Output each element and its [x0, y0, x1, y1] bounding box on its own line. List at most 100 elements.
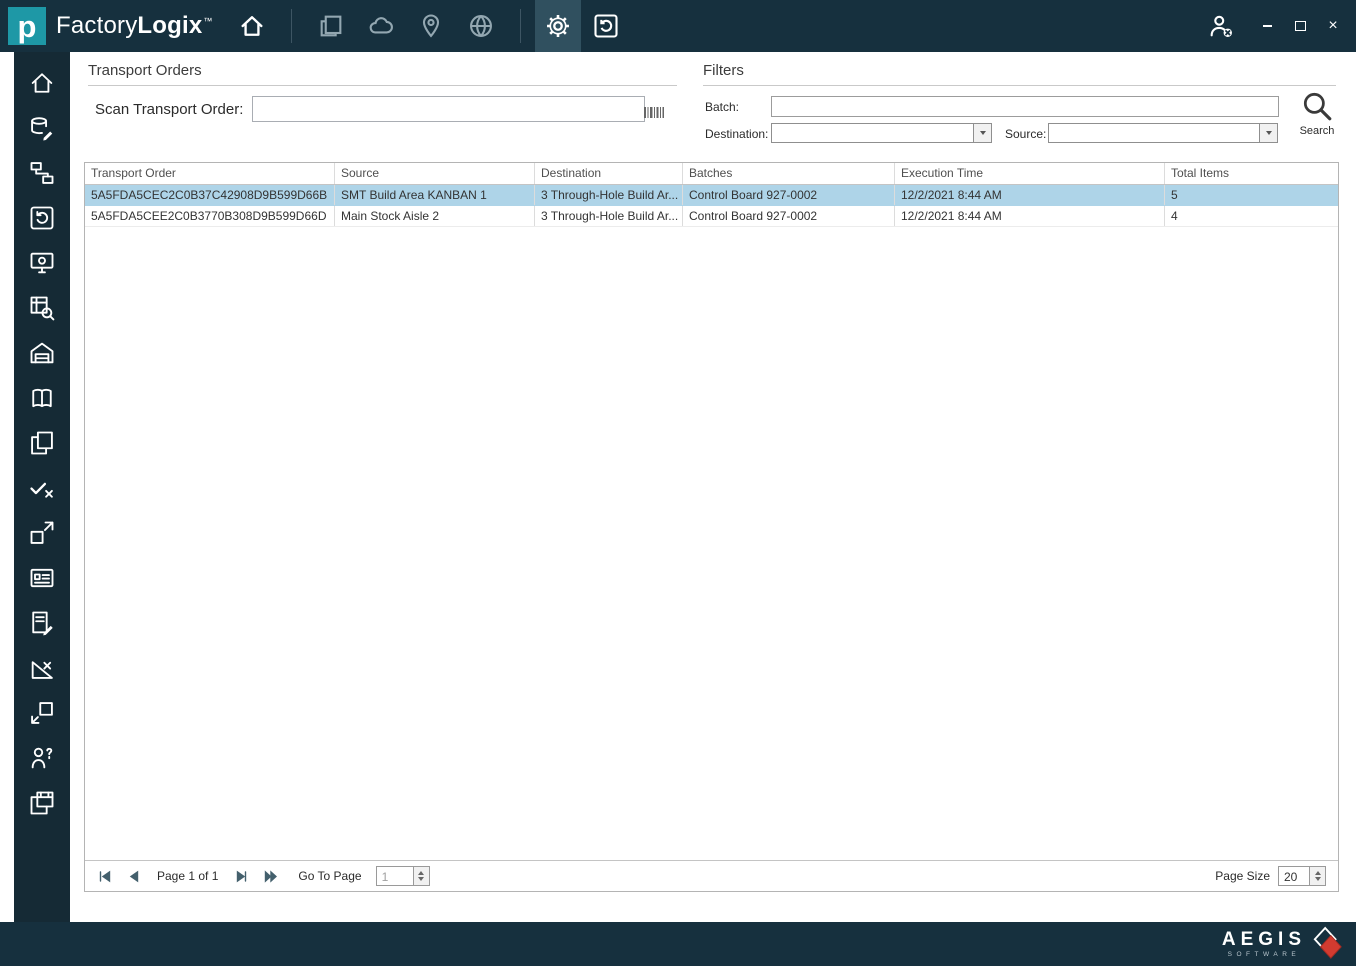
- user-logout-icon: [1210, 15, 1232, 37]
- cell-total-items: 5: [1171, 188, 1178, 202]
- footer: AEGIS SOFTWARE: [0, 922, 1356, 966]
- history-button[interactable]: [581, 0, 631, 52]
- scan-transport-order-label: Scan Transport Order:: [95, 101, 244, 118]
- spinner-arrows[interactable]: [1309, 867, 1325, 885]
- minimize-button[interactable]: [1260, 19, 1274, 33]
- spinner-down-icon: [1314, 877, 1321, 881]
- sidebar-item-history[interactable]: [25, 202, 59, 234]
- sidebar-item-copy[interactable]: [25, 427, 59, 459]
- spinner-up-icon: [418, 871, 425, 875]
- column-header-batches[interactable]: Batches: [683, 163, 895, 184]
- search-label: Search: [1299, 125, 1335, 137]
- source-dropdown-button[interactable]: [1259, 124, 1277, 142]
- sidebar-item-material-transfer[interactable]: [25, 517, 59, 549]
- sidebar-item-verify[interactable]: [25, 472, 59, 504]
- sidebar-item-document-edit[interactable]: [25, 607, 59, 639]
- column-header-source[interactable]: Source: [335, 163, 535, 184]
- cell-total-items: 4: [1171, 209, 1178, 223]
- page-indicator: Page 1 of 1: [157, 869, 219, 883]
- column-header-transport-order[interactable]: Transport Order: [85, 163, 335, 184]
- set-square-x-icon: [31, 661, 53, 679]
- sidebar-item-operator-question[interactable]: [25, 742, 59, 774]
- settings-button[interactable]: [534, 0, 581, 52]
- table-row[interactable]: 5A5FDA5CEC2C0B37C42908D9B599D66B SMT Bui…: [85, 185, 1338, 206]
- page-size-value: 20: [1284, 870, 1298, 884]
- filters-divider: [703, 85, 1336, 86]
- location-button[interactable]: [406, 0, 456, 52]
- maximize-icon: [1294, 21, 1306, 31]
- sidebar-item-schedule-copy[interactable]: [25, 787, 59, 819]
- close-button[interactable]: [1326, 19, 1340, 33]
- page-size-spinner[interactable]: 20: [1278, 866, 1326, 886]
- maximize-button[interactable]: [1293, 19, 1307, 33]
- column-header-destination[interactable]: Destination: [535, 163, 683, 184]
- next-page-button[interactable]: [234, 869, 249, 884]
- table-header-row: Transport Order Source Destination Batch…: [85, 163, 1338, 185]
- batch-label: Batch:: [705, 100, 740, 114]
- previous-page-button[interactable]: [126, 869, 141, 884]
- scan-transport-order-input[interactable]: [252, 96, 645, 122]
- app-title-bold: Logix: [137, 12, 203, 39]
- destination-value: [772, 124, 973, 142]
- destination-dropdown-button[interactable]: [973, 124, 991, 142]
- transport-orders-divider: [88, 85, 677, 86]
- sidebar-item-receive[interactable]: [25, 697, 59, 729]
- sidebar-item-process-flow[interactable]: [25, 157, 59, 189]
- titlebar-separator: [519, 9, 521, 43]
- close-icon: [1328, 18, 1337, 34]
- go-to-page-spinner[interactable]: 1: [375, 866, 430, 886]
- search-button[interactable]: Search: [1291, 89, 1343, 137]
- box-arrow-out-icon: [30, 521, 54, 544]
- table-empty-area: [85, 227, 1338, 860]
- sidebar-item-database-edit[interactable]: [25, 112, 59, 144]
- sidebar-item-documentation[interactable]: [25, 382, 59, 414]
- sidebar-item-id-card[interactable]: [25, 562, 59, 594]
- destination-combobox[interactable]: [771, 123, 992, 143]
- pagination-bar: Page 1 of 1 Go To Page 1 Page Size 20: [85, 860, 1338, 891]
- sidebar: [14, 52, 70, 922]
- home-icon: [31, 73, 53, 93]
- id-card-icon: [30, 568, 54, 588]
- logout-user-button[interactable]: [1196, 0, 1246, 52]
- first-page-icon: [99, 870, 111, 882]
- sidebar-item-table-search[interactable]: [25, 292, 59, 324]
- column-header-execution-time[interactable]: Execution Time: [895, 163, 1165, 184]
- page-size-label: Page Size: [1215, 869, 1270, 883]
- sidebar-item-home[interactable]: [25, 67, 59, 99]
- app-title-regular: Factory: [56, 12, 138, 39]
- calendar-copy-icon: [30, 791, 54, 815]
- source-combobox[interactable]: [1048, 123, 1278, 143]
- cell-batches: Control Board 927-0002: [683, 206, 895, 226]
- network-button[interactable]: [356, 0, 406, 52]
- batch-filter-input[interactable]: [771, 96, 1279, 117]
- person-question-icon: [31, 747, 53, 769]
- open-book-icon: [32, 388, 52, 408]
- last-page-button[interactable]: [263, 869, 278, 884]
- trademark: ™: [203, 16, 213, 26]
- globe-button[interactable]: [456, 0, 506, 52]
- workstation-icon: [30, 252, 54, 274]
- sidebar-item-warehouse[interactable]: [25, 337, 59, 369]
- first-page-button[interactable]: [97, 869, 112, 884]
- column-header-total-items[interactable]: Total Items: [1165, 163, 1338, 184]
- sidebar-item-measure[interactable]: [25, 652, 59, 684]
- app-title: FactoryLogix™: [56, 12, 213, 40]
- aegis-logo: AEGIS SOFTWARE: [1222, 930, 1306, 959]
- database-edit-icon: [31, 117, 53, 141]
- last-page-icon: [265, 869, 278, 883]
- home-icon: [241, 16, 263, 36]
- history-icon: [594, 14, 618, 38]
- spinner-arrows[interactable]: [412, 867, 429, 885]
- titlebar-separator: [290, 9, 292, 43]
- table-row[interactable]: 5A5FDA5CEE2C0B3770B308D9B599D66D Main St…: [85, 206, 1338, 227]
- copy-icon: [31, 431, 53, 455]
- pages-button[interactable]: [306, 0, 356, 52]
- transport-orders-title: Transport Orders: [88, 62, 202, 79]
- home-nav-button[interactable]: [227, 0, 277, 52]
- box-arrow-in-icon: [31, 702, 53, 724]
- main-content: Transport Orders Scan Transport Order: F…: [70, 52, 1356, 922]
- sidebar-item-workstation[interactable]: [25, 247, 59, 279]
- cell-transport-order: 5A5FDA5CEE2C0B3770B308D9B599D66D: [85, 206, 335, 226]
- app-logo: p: [8, 7, 46, 45]
- transport-orders-table: Transport Order Source Destination Batch…: [84, 162, 1339, 892]
